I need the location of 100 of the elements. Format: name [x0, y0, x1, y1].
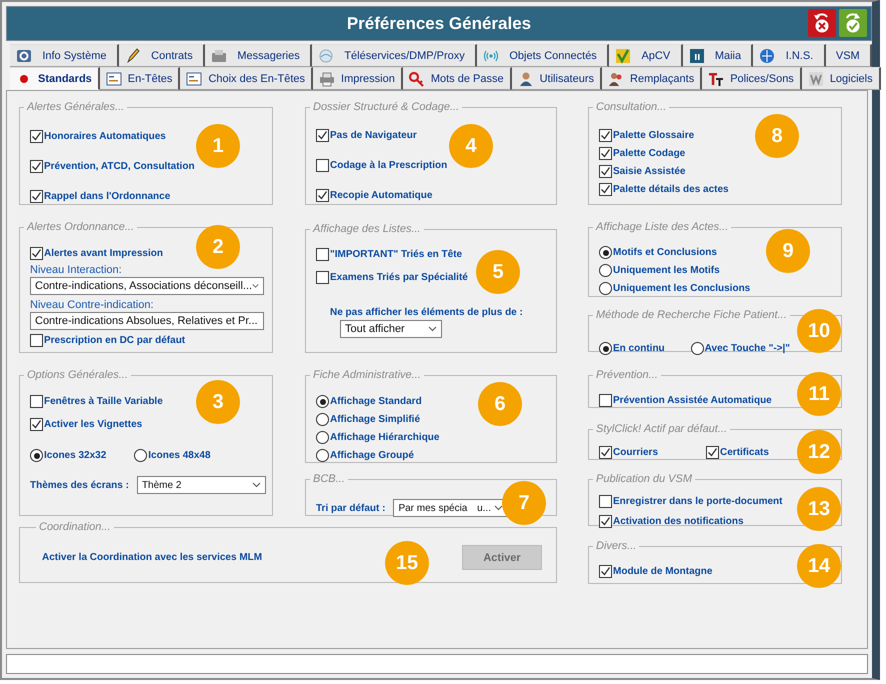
- font-icon: [708, 70, 724, 86]
- checkbox[interactable]: Pas de Navigateur: [316, 129, 417, 142]
- checkbox[interactable]: Recopie Automatique: [316, 189, 432, 202]
- tab[interactable]: Contrats: [118, 44, 206, 67]
- tab[interactable]: I.N.S.: [753, 44, 826, 67]
- group-title: Consultation...: [595, 101, 668, 113]
- field-label: Thèmes des écrans :: [30, 480, 129, 490]
- group-title: Publication du VSM: [595, 473, 693, 485]
- checkbox[interactable]: Prescription en DC par défaut: [30, 334, 186, 347]
- number-badge: 8: [755, 114, 799, 158]
- number-badge: 15: [385, 541, 429, 585]
- checkbox[interactable]: Palette détails des actes: [599, 183, 729, 196]
- tab[interactable]: Polices/Sons: [702, 67, 802, 90]
- radio-button[interactable]: Icones 48x48: [134, 449, 211, 462]
- group-title: Affichage Liste des Actes...: [594, 221, 730, 233]
- number-badge: 13: [797, 487, 841, 531]
- checkbox[interactable]: Activation des notifications: [599, 515, 744, 528]
- tab[interactable]: Choix des En-Têtes: [180, 67, 314, 90]
- checkbox[interactable]: Palette Glossaire: [599, 129, 694, 142]
- field-label: Niveau Interaction:: [30, 264, 122, 276]
- checkbox[interactable]: Palette Codage: [599, 147, 686, 160]
- number-badge: 6: [478, 382, 522, 426]
- check-icon: [615, 48, 632, 64]
- tab[interactable]: Téléservices/DMP/Proxy: [312, 44, 478, 67]
- checkbox[interactable]: Courriers: [599, 446, 658, 459]
- tab[interactable]: Maiia: [682, 44, 754, 67]
- group-title: Alertes Générales...: [26, 101, 126, 113]
- checkbox[interactable]: Module de Montagne: [599, 565, 712, 578]
- group-title: Affichage des Listes...: [312, 223, 422, 235]
- radio-button[interactable]: Motifs et Conclusions: [599, 246, 717, 259]
- group-title: Prévention...: [595, 369, 659, 381]
- group-title: StylClick! Actif par défaut...: [595, 423, 728, 435]
- radio-button[interactable]: Affichage Standard: [316, 395, 422, 408]
- number-badge: 5: [476, 250, 520, 294]
- number-badge: 11: [797, 372, 841, 416]
- setting-label: Activer la Coordination avec les services MLM: [42, 552, 262, 563]
- group-title: Divers...: [595, 540, 638, 552]
- group-title: BCB...: [312, 473, 346, 485]
- dropdown[interactable]: Thème 2: [136, 476, 266, 494]
- app-icon: [688, 48, 704, 64]
- tab[interactable]: ApCV: [609, 44, 682, 67]
- number-badge: 14: [797, 544, 841, 588]
- printer-icon: [319, 70, 336, 86]
- checkbox[interactable]: Examens Triés par Spécialité: [316, 271, 468, 284]
- checkbox[interactable]: Alertes avant Impression: [30, 247, 163, 260]
- radio-button[interactable]: En continu: [599, 342, 665, 355]
- checkbox[interactable]: Enregistrer dans le porte-document: [599, 495, 782, 508]
- checkbox[interactable]: Saisie Assistée: [599, 165, 686, 178]
- tab[interactable]: Remplaçants: [602, 67, 702, 90]
- field-label: Niveau Contre-indication:: [30, 299, 154, 311]
- window-title: Préférences Générales: [346, 14, 532, 34]
- checkbox[interactable]: Honoraires Automatiques: [30, 130, 166, 143]
- cancel-button[interactable]: [808, 9, 836, 37]
- gear-icon: [16, 48, 32, 64]
- tab[interactable]: Logiciels: [802, 67, 881, 90]
- group-title: Dossier Structuré & Codage...: [312, 101, 460, 113]
- document-icon: [106, 70, 122, 86]
- tab[interactable]: Impression: [313, 67, 403, 90]
- radio-button[interactable]: Uniquement les Motifs: [599, 264, 720, 277]
- tab[interactable]: VSM: [826, 44, 872, 67]
- confirm-button[interactable]: [839, 9, 867, 37]
- key-icon: [408, 70, 425, 86]
- number-badge: 1: [196, 124, 240, 168]
- checkbox[interactable]: Fenêtres à Taille Variable: [30, 395, 163, 408]
- people-icon: [608, 70, 624, 86]
- pencil-icon: [124, 48, 141, 64]
- radio-button[interactable]: Icones 32x32: [30, 449, 106, 462]
- tab[interactable]: Messageries: [205, 44, 312, 67]
- radio-button[interactable]: Affichage Simplifié: [316, 413, 420, 426]
- tab[interactable]: Mots de Passe: [402, 67, 512, 90]
- tab[interactable]: Standards: [10, 67, 100, 90]
- group-title: Méthode de Recherche Fiche Patient...: [595, 309, 788, 321]
- checkbox[interactable]: Codage à la Prescription: [316, 159, 448, 172]
- group-title: Fiche Administrative...: [312, 369, 422, 381]
- checkbox[interactable]: Certificats: [706, 446, 769, 459]
- checkbox[interactable]: Rappel dans l'Ordonnance: [30, 190, 170, 203]
- document-icon: [186, 70, 202, 86]
- field-label: Ne pas afficher les éléments de plus de :: [330, 307, 523, 318]
- number-badge: 10: [797, 309, 841, 353]
- radio-button[interactable]: Avec Touche "->|": [690, 342, 790, 355]
- dropdown[interactable]: Contre-indications Absolues, Relatives et Pr...: [30, 312, 264, 330]
- checkbox[interactable]: Prévention, ATCD, Consultation: [30, 160, 195, 173]
- checkbox[interactable]: Activer les Vignettes: [30, 418, 142, 431]
- radio-button[interactable]: Affichage Groupé: [316, 449, 414, 462]
- dropdown[interactable]: Tout afficher: [340, 320, 442, 338]
- dropdown[interactable]: Contre-indications, Associations déconseill...: [30, 277, 264, 295]
- radio-button[interactable]: Affichage Hiérarchique: [316, 431, 440, 444]
- radio-button[interactable]: Uniquement les Conclusions: [599, 282, 750, 295]
- tab[interactable]: Info Système: [10, 44, 119, 67]
- number-badge: 3: [196, 380, 240, 424]
- dropdown[interactable]: Par mes spécia u...: [393, 499, 508, 517]
- logo-icon: [808, 70, 824, 86]
- tab[interactable]: En-Têtes: [100, 67, 180, 90]
- tab[interactable]: Utilisateurs: [512, 67, 602, 90]
- field-label: Tri par défaut :: [316, 502, 386, 514]
- checkbox[interactable]: Prévention Assistée Automatique: [599, 394, 772, 407]
- person-icon: [518, 70, 534, 86]
- tab[interactable]: Objets Connectés: [477, 44, 610, 67]
- checkbox[interactable]: "IMPORTANT" Triés en Tête: [316, 248, 462, 261]
- number-badge: 4: [449, 124, 493, 168]
